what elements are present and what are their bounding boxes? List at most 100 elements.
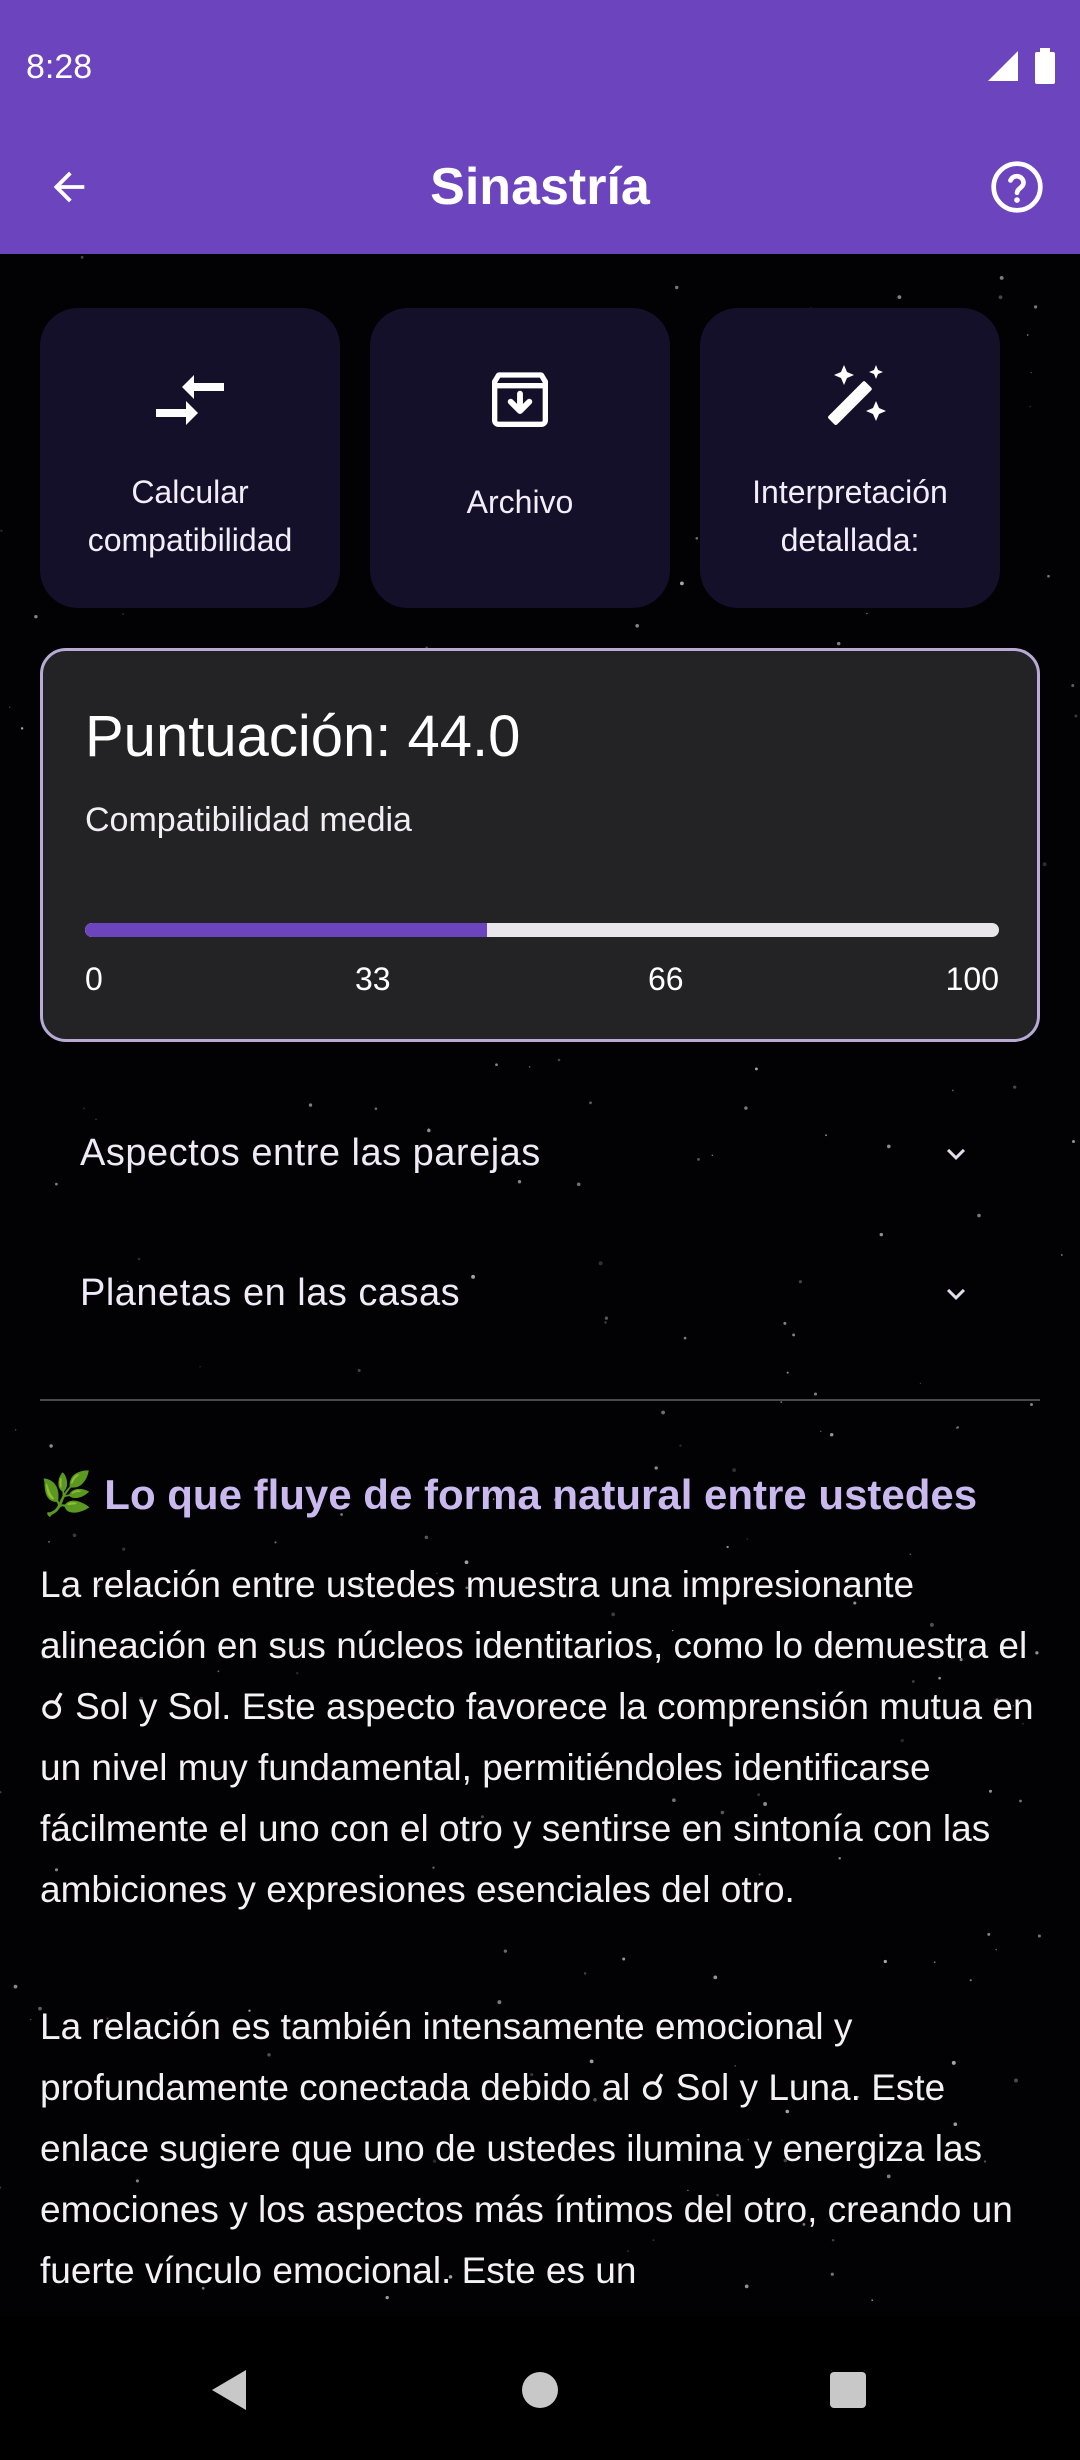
star-dot [495, 1063, 498, 1067]
star-dot [49, 1444, 53, 1448]
scale-tick: 0 [85, 961, 103, 997]
star-dot [998, 295, 1003, 300]
signal-icon [988, 51, 1018, 81]
star-dot [987, 1932, 991, 1936]
star-dot [1047, 574, 1050, 578]
planets-in-houses-expander[interactable]: Planetas en las casas [40, 1238, 1040, 1348]
herb-icon: 🌿 [40, 1470, 93, 1517]
scale-tick: 33 [355, 961, 391, 997]
nav-home-button[interactable] [502, 2352, 578, 2428]
star-dot [528, 1066, 531, 1068]
page-title: Sinastría [430, 158, 650, 216]
status-time: 8:28 [26, 48, 93, 86]
star-dot [0, 529, 3, 532]
status-bar: 8:28 [0, 0, 1080, 120]
star-dot [199, 1366, 201, 1368]
star-dot [0, 2186, 2, 2189]
star-dot [829, 1432, 834, 1437]
star-dot [29, 2018, 32, 2021]
chevron-down-icon [947, 1148, 965, 1160]
help-circle-icon [991, 161, 1043, 213]
score-progress-fill [85, 923, 488, 937]
star-dot [713, 1975, 718, 1980]
star-dot [1042, 862, 1047, 867]
interpretation-paragraph: La relación entre ustedes muestra una im… [40, 1564, 1034, 1910]
chevron-down-icon [947, 1288, 965, 1300]
help-button[interactable] [980, 150, 1054, 224]
star-dot [1071, 684, 1075, 687]
interpretation-paragraph: La relación es también intensamente emoc… [40, 2006, 1013, 2291]
star-dot [424, 1535, 429, 1540]
expander-label: Aspectos entre las parejas [80, 1131, 541, 1174]
score-scale: 0 33 66 100 [85, 961, 999, 1001]
calculate-compatibility-button[interactable]: Calcular compatibilidad [40, 308, 340, 608]
star-dot [15, 1429, 17, 1431]
star-dot [955, 1427, 958, 1429]
nav-back-button[interactable] [190, 2352, 266, 2428]
star-dot [951, 1089, 954, 1092]
star-dot [0, 1791, 2, 1794]
section-heading-text: Lo que fluye de forma natural entre uste… [104, 1470, 978, 1518]
detailed-interpretation-button[interactable]: Interpretación detallada: [700, 308, 1000, 608]
score-title: Puntuación: 44.0 [85, 704, 521, 769]
star-dot [1074, 714, 1078, 718]
magic-wand-icon [828, 365, 886, 425]
star-dot [999, 275, 1004, 280]
star-dot [866, 612, 868, 615]
home-circle-icon [522, 2372, 558, 2408]
star-dot [977, 1213, 981, 1218]
star-dot [1071, 1139, 1076, 1144]
star-dot [897, 295, 902, 299]
archive-icon [492, 372, 548, 427]
action-label: Archivo [466, 484, 574, 520]
action-cards: Calcular compatibilidad Archivo Interpre… [40, 308, 1040, 608]
star-dot [813, 1392, 818, 1396]
section-heading: 🌿 Lo que fluye de forma natural entre us… [40, 1470, 1050, 1519]
star-dot [357, 1369, 361, 1372]
star-dot [1013, 1085, 1017, 1089]
action-label: Interpretación detallada: [752, 474, 948, 558]
star-dot [72, 1533, 77, 1538]
archive-button[interactable]: Archivo [370, 308, 670, 608]
star-dot [674, 285, 679, 290]
star-dot [969, 1979, 972, 1982]
back-triangle-icon [212, 2370, 246, 2410]
status-icons [986, 48, 1056, 84]
action-label: Calcular compatibilidad [87, 474, 293, 558]
star-dot [48, 1540, 50, 1543]
star-dot [746, 1538, 748, 1540]
star-dot [80, 255, 84, 259]
scale-tick: 66 [648, 961, 684, 997]
star-dot [661, 1410, 666, 1415]
star-dot [883, 1959, 887, 1964]
star-dot [34, 615, 38, 619]
star-dot [1037, 1934, 1041, 1938]
recents-square-icon [830, 2372, 866, 2408]
sinastria-screen: 8:28 Sinastría Calcular compatibilidad A… [0, 0, 1080, 2460]
star-dot [622, 1957, 626, 1961]
star-dot [503, 1949, 508, 1953]
star-dot [995, 1948, 997, 1951]
star-dot [879, 1232, 884, 1237]
star-dot [1030, 1403, 1033, 1406]
nav-recents-button[interactable] [810, 2352, 886, 2428]
star-dot [754, 1067, 758, 1071]
star-dot [780, 1401, 783, 1404]
star-dot [820, 1430, 822, 1432]
star-dot [9, 706, 11, 708]
star-dot [786, 1371, 789, 1374]
star-dot [726, 1545, 729, 1549]
star-dot [919, 1382, 922, 1384]
aspects-between-partners-expander[interactable]: Aspectos entre las parejas [40, 1098, 1040, 1208]
star-dot [13, 1984, 18, 1989]
score-progress-bar [85, 923, 999, 937]
scale-tick: 100 [945, 961, 999, 997]
star-dot [122, 1547, 126, 1551]
score-card: Puntuación: 44.0 Compatibilidad media 0 … [40, 648, 1040, 1042]
star-dot [1060, 1254, 1063, 1256]
system-navigation-bar [0, 2316, 1080, 2460]
app-bar: Sinastría [0, 120, 1080, 254]
star-dot [836, 641, 841, 646]
star-dot [933, 1961, 936, 1964]
battery-icon [1035, 48, 1055, 84]
